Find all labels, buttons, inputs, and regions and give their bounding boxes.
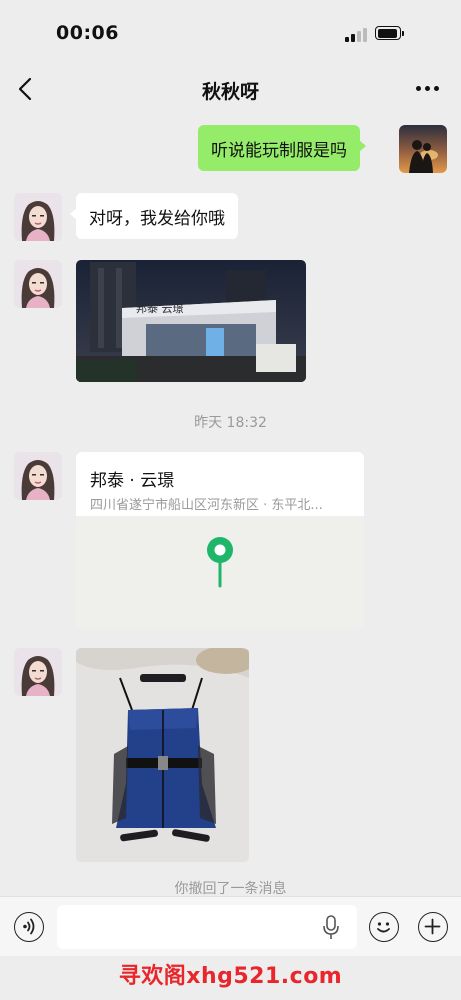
incoming-message-bubble[interactable]: 对呀，我发给你哦 (70, 193, 238, 239)
message-text-input[interactable] (57, 905, 357, 949)
incoming-message-text: 对呀，我发给你哦 (89, 209, 225, 229)
status-time: 00:06 (56, 22, 119, 44)
location-address: 四川省遂宁市船山区河东新区 · 东平北... (90, 498, 323, 513)
voice-wave-icon (23, 918, 35, 935)
smiley-face-icon (377, 922, 390, 933)
building-photo[interactable]: 邦泰 云璟 (76, 260, 306, 382)
map-pin-icon (207, 537, 233, 588)
building-sign-text: 邦泰 云璟 (136, 301, 184, 315)
cellular-signal-icon (345, 28, 369, 42)
contact-avatar[interactable] (14, 193, 62, 241)
uniform-photo[interactable] (76, 648, 249, 862)
outgoing-message-bubble[interactable]: 听说能玩制服是吗 (198, 125, 366, 171)
message-timestamp: 昨天 18:32 (194, 415, 267, 431)
contact-avatar[interactable] (14, 452, 62, 500)
location-name: 邦泰 · 云璟 (90, 471, 175, 491)
battery-icon (375, 26, 405, 42)
emoji-button[interactable] (369, 912, 399, 942)
more-options-icon[interactable] (416, 86, 440, 92)
contact-avatar[interactable] (14, 260, 62, 308)
outgoing-message-text: 听说能玩制服是吗 (211, 141, 347, 161)
location-map-preview (76, 516, 364, 628)
status-bar: 00:06 (0, 0, 461, 62)
voice-input-button[interactable] (14, 912, 44, 942)
more-actions-button[interactable] (418, 912, 448, 942)
message-input-bar (0, 896, 461, 957)
plus-icon (424, 918, 441, 935)
location-message-card[interactable]: 邦泰 · 云璟 四川省遂宁市船山区河东新区 · 东平北... (76, 452, 364, 628)
watermark-text: 寻欢阁xhg521.com (118, 964, 343, 989)
chat-header: 秋秋呀 (0, 62, 461, 116)
chat-title: 秋秋呀 (201, 81, 259, 103)
contact-avatar[interactable] (14, 648, 62, 696)
my-avatar[interactable] (399, 125, 447, 173)
recall-notice: 你撤回了一条消息 (174, 881, 287, 897)
microphone-icon[interactable] (321, 915, 341, 941)
